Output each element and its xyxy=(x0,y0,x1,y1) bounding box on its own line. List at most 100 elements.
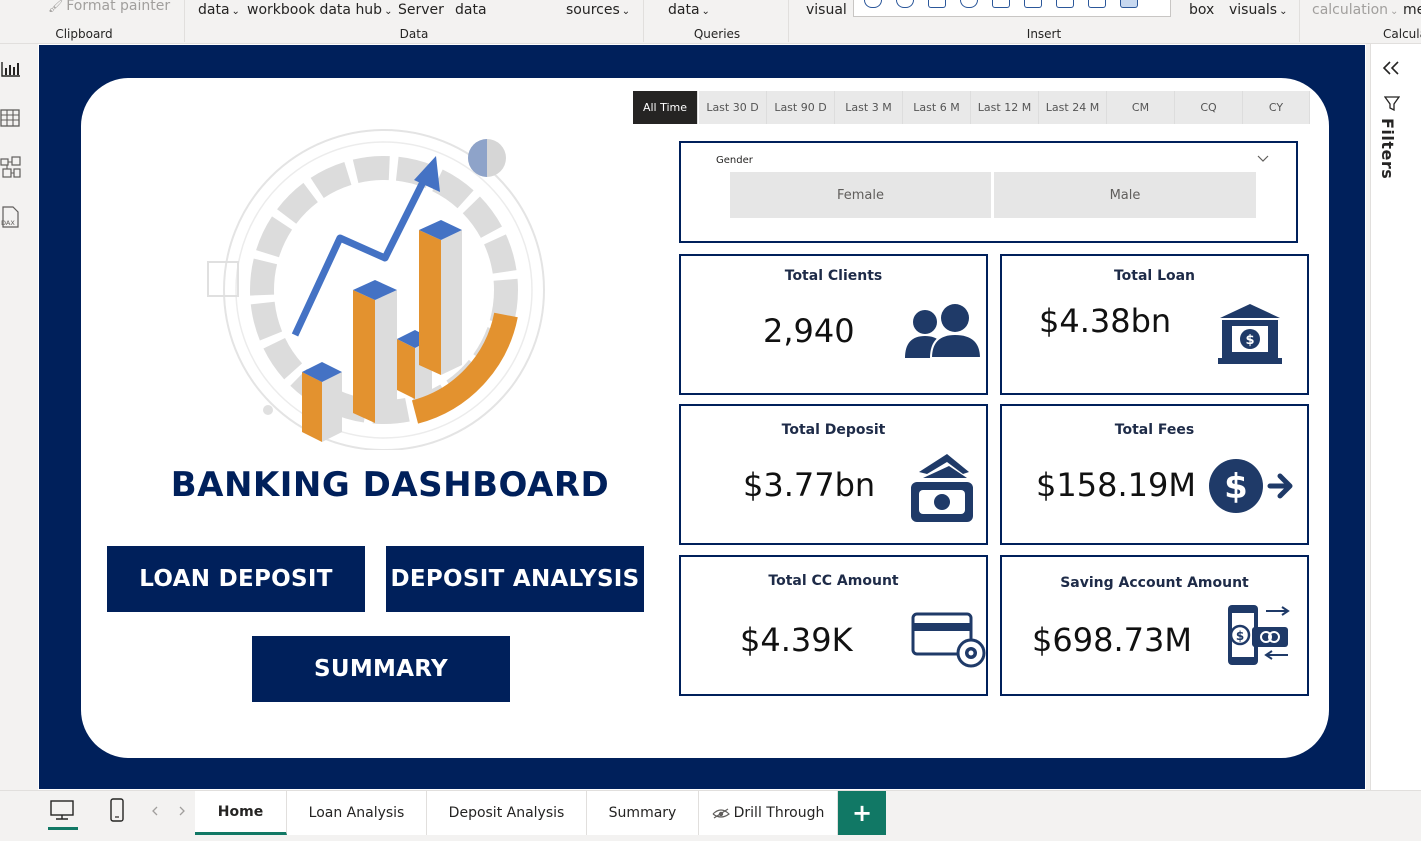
model-view-icon[interactable] xyxy=(0,156,22,178)
chevron-down-icon[interactable] xyxy=(1257,155,1269,163)
desktop-layout-icon[interactable] xyxy=(48,799,76,821)
cash-deposit-icon xyxy=(911,454,973,522)
data-group-label: Data xyxy=(399,27,429,41)
text-box-button[interactable]: box xyxy=(1189,2,1214,18)
date-tab-last-6m[interactable]: Last 6 M xyxy=(903,91,971,124)
kpi-title: Total Loan xyxy=(1113,268,1196,284)
date-tab-last-30d[interactable]: Last 30 D xyxy=(699,91,767,124)
sql-server-button[interactable]: Server xyxy=(398,2,444,18)
tab-drill-through[interactable]: Drill Through xyxy=(699,791,838,835)
date-tab-last-3m[interactable]: Last 3 M xyxy=(835,91,903,124)
slicer-visual-icon[interactable] xyxy=(1024,0,1042,8)
date-tab-last-12m[interactable]: Last 12 M xyxy=(971,91,1039,124)
deposit-analysis-button[interactable]: DEPOSIT ANALYSIS xyxy=(386,546,644,612)
svg-text:$: $ xyxy=(1245,333,1254,348)
dax-query-icon[interactable]: DAX xyxy=(0,206,22,228)
double-chevron-left-icon[interactable] xyxy=(1382,60,1400,76)
globe-visual-icon[interactable] xyxy=(960,0,978,8)
table-view-icon[interactable] xyxy=(0,107,22,129)
tab-deposit-analysis[interactable]: Deposit Analysis xyxy=(427,791,587,835)
kpi-card-total-clients: Total Clients 2,940 xyxy=(679,254,988,395)
tab-home[interactable]: Home xyxy=(195,791,287,835)
enter-data-button[interactable]: data xyxy=(455,2,487,18)
kpi-title: Saving Account Amount xyxy=(1060,575,1249,591)
mobile-layout-icon[interactable] xyxy=(108,797,126,823)
ribbon: 🖌 Format painter Clipboard data ⌄ workbook… xyxy=(0,0,1421,44)
calculations-group-label: Calcula xyxy=(1383,27,1421,41)
banking-growth-illustration-icon xyxy=(207,129,545,450)
gender-slicer-title: Gender xyxy=(716,155,753,166)
kpi-title: Total CC Amount xyxy=(768,573,899,589)
queries-group-label: Queries xyxy=(693,27,741,41)
new-calculation-button[interactable]: calculation ⌄ xyxy=(1312,2,1398,18)
tab-loan-analysis[interactable]: Loan Analysis xyxy=(287,791,427,835)
date-tab-last-24m[interactable]: Last 24 M xyxy=(1039,91,1107,124)
users-icon xyxy=(905,304,983,359)
date-tab-cm[interactable]: CM xyxy=(1107,91,1175,124)
format-painter-button[interactable]: 🖌 Format painter xyxy=(48,0,170,14)
map-visual-icon[interactable] xyxy=(864,0,882,8)
gauge-visual-icon[interactable] xyxy=(896,0,914,8)
date-tab-cy[interactable]: CY xyxy=(1243,91,1310,124)
kpi-card-total-loan: Total Loan $4.38bn $ xyxy=(1000,254,1309,395)
kpi-value: $4.38bn xyxy=(1039,302,1172,340)
filter-icon xyxy=(1384,96,1400,111)
get-data-button[interactable]: data ⌄ xyxy=(198,2,240,18)
recent-sources-button[interactable]: sources ⌄ xyxy=(566,2,630,18)
kpi-title: Total Clients xyxy=(784,268,883,284)
view-rail: DAX xyxy=(0,44,38,790)
page-navigator: Home Loan Analysis Deposit Analysis Summ… xyxy=(0,790,1421,841)
bar-4 xyxy=(419,220,462,375)
new-visual-button[interactable]: visual xyxy=(806,2,847,18)
chevron-down-icon: ⌄ xyxy=(1279,6,1288,17)
onelake-hub-button[interactable]: workbook data hub ⌄ xyxy=(247,2,392,18)
gender-option-female[interactable]: Female xyxy=(730,172,991,218)
svg-text:$: $ xyxy=(1224,467,1248,507)
clipboard-group-label: Clipboard xyxy=(55,27,113,41)
kpi-card-total-fees: Total Fees $158.19M $ xyxy=(1000,404,1309,545)
desktop-layout-active-indicator xyxy=(48,827,78,830)
add-page-button[interactable]: + xyxy=(838,791,886,835)
kpi-title: Total Deposit xyxy=(781,422,886,438)
filters-pane-label[interactable]: Filters xyxy=(1378,118,1397,179)
date-tab-cq[interactable]: CQ xyxy=(1175,91,1243,124)
dashboard-title: BANKING DASHBOARD xyxy=(170,465,610,505)
text-visual-icon[interactable] xyxy=(1056,0,1074,8)
mobile-payment-icon: $ xyxy=(1228,605,1290,665)
measure-button[interactable]: me xyxy=(1403,2,1421,18)
visual-gallery[interactable] xyxy=(853,0,1171,17)
chevron-down-icon: ⌄ xyxy=(231,6,240,17)
svg-text:DAX: DAX xyxy=(1,219,15,227)
table-visual-icon[interactable] xyxy=(1088,0,1106,8)
transform-data-button[interactable]: data ⌄ xyxy=(668,2,710,18)
matrix-visual-icon[interactable] xyxy=(1120,0,1138,8)
hidden-page-icon xyxy=(712,808,730,819)
paintbrush-icon: 🖌 xyxy=(48,0,64,13)
chevron-down-icon: ⌄ xyxy=(1390,6,1399,17)
svg-text:$: $ xyxy=(1236,629,1244,643)
kpi-value: $4.39K xyxy=(740,621,853,659)
kpi-card-total-deposit: Total Deposit $3.77bn xyxy=(679,404,988,545)
card-visual-icon[interactable] xyxy=(992,0,1010,8)
summary-button[interactable]: SUMMARY xyxy=(252,636,510,702)
kpi-value: $3.77bn xyxy=(743,466,876,504)
dollar-transfer-icon: $ xyxy=(1209,459,1293,513)
chevron-left-icon[interactable] xyxy=(150,805,160,817)
report-view-icon[interactable] xyxy=(0,58,22,80)
bar-2 xyxy=(353,280,397,423)
kpi-value: $158.19M xyxy=(1036,466,1196,504)
bank-icon: $ xyxy=(1218,304,1282,364)
tab-summary[interactable]: Summary xyxy=(587,791,699,835)
loan-deposit-button[interactable]: LOAN DEPOSIT xyxy=(107,546,365,612)
chevron-down-icon: ⌄ xyxy=(621,6,631,17)
insert-group-label: Insert xyxy=(1026,27,1062,41)
column-chart-icon[interactable] xyxy=(928,0,946,8)
date-tab-last-90d[interactable]: Last 90 D xyxy=(767,91,835,124)
kpi-title: Total Fees xyxy=(1114,422,1195,438)
chevron-down-icon: ⌄ xyxy=(701,6,710,17)
kpi-card-total-cc-amount: Total CC Amount $4.39K xyxy=(679,555,988,696)
chevron-right-icon[interactable] xyxy=(177,805,187,817)
more-visuals-button[interactable]: visuals ⌄ xyxy=(1229,2,1288,18)
date-tab-all-time[interactable]: All Time xyxy=(633,91,698,124)
gender-option-male[interactable]: Male xyxy=(994,172,1256,218)
